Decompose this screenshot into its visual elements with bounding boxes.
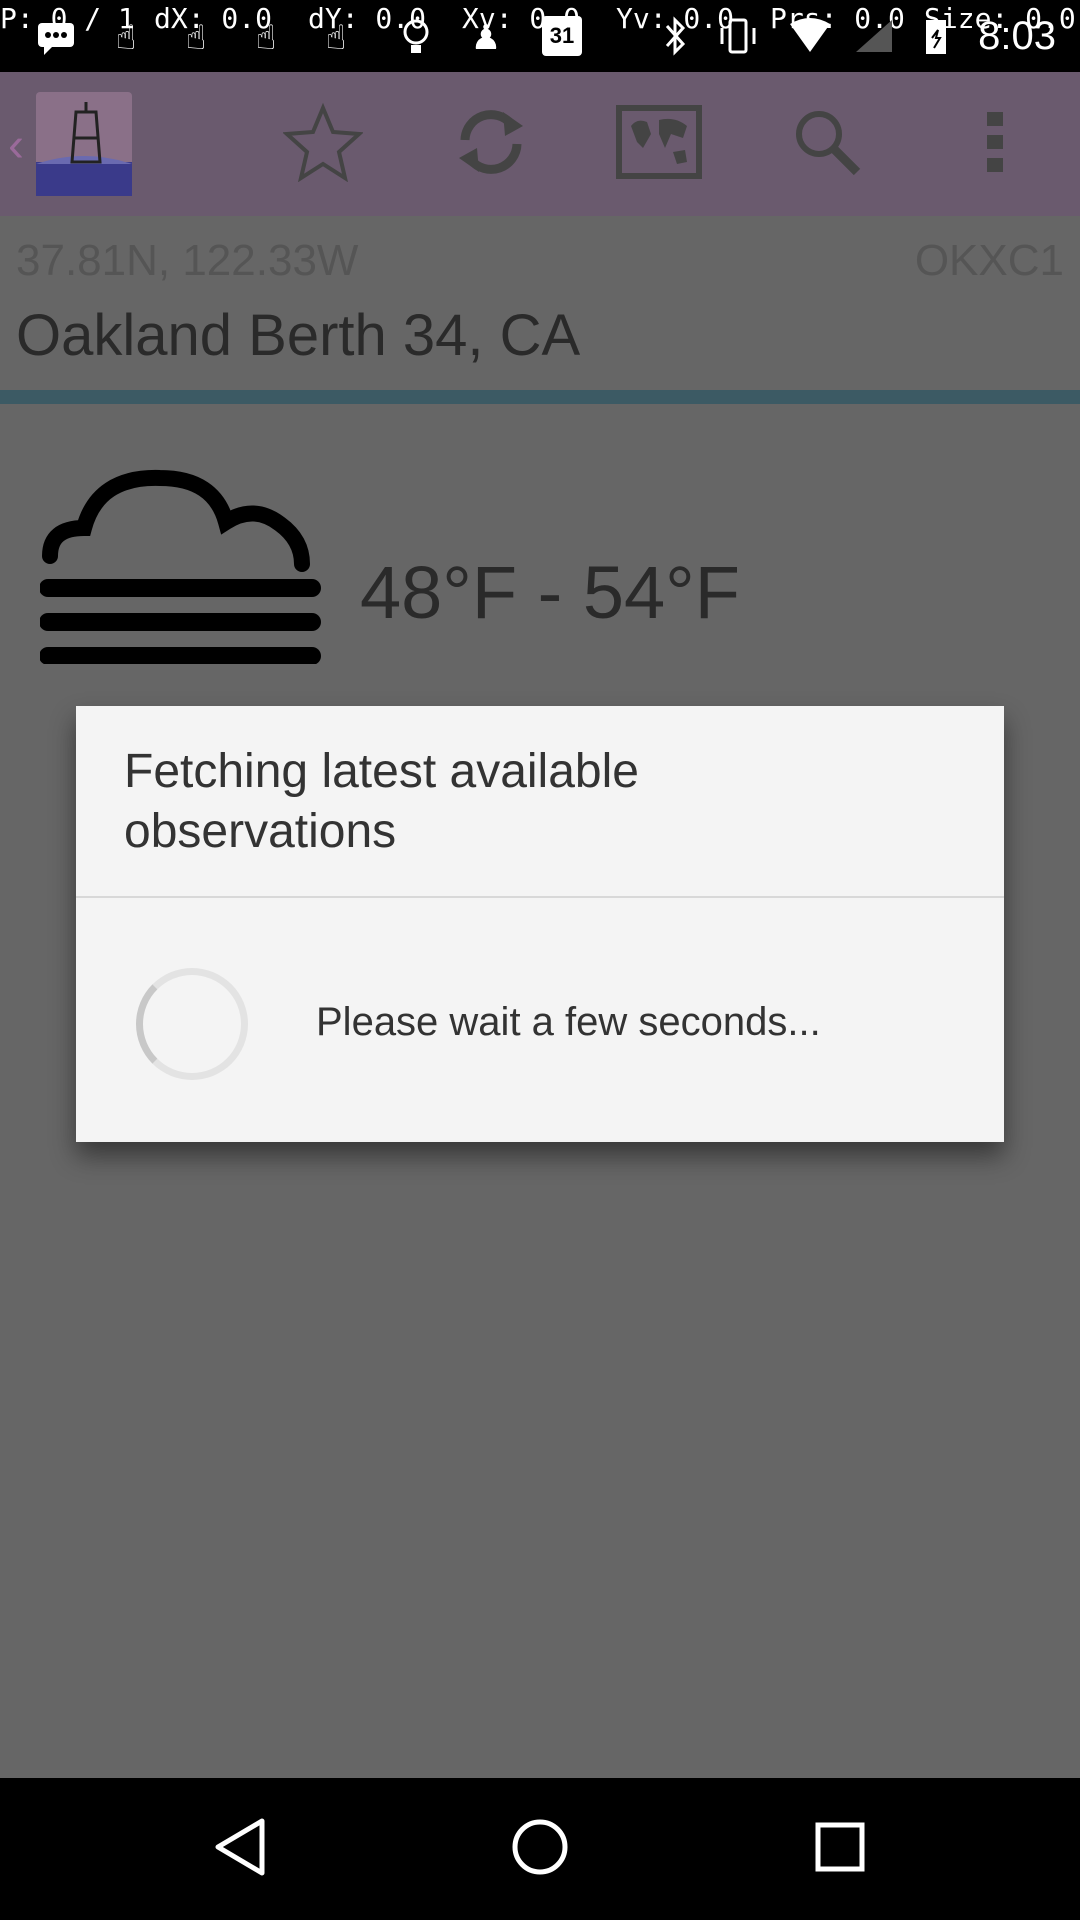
- map-button[interactable]: [576, 72, 742, 216]
- wifi-icon: [788, 14, 832, 58]
- app-logo[interactable]: [36, 92, 132, 196]
- navigation-bar: [0, 1778, 1080, 1920]
- status-bar: P: 0 / 1 dX: 0.0 dY: 0.0 Xv: 0.0 Yv: 0.0…: [0, 0, 1080, 72]
- search-icon: [791, 106, 863, 183]
- temperature-range: 48°F - 54°F: [360, 551, 740, 634]
- search-button[interactable]: [744, 72, 910, 216]
- touch-icon: ☝: [255, 19, 277, 57]
- back-nav-icon: [212, 1817, 268, 1882]
- header-divider: [0, 390, 1080, 404]
- home-nav-button[interactable]: [460, 1778, 620, 1920]
- loading-spinner: [136, 968, 248, 1080]
- back-icon[interactable]: ‹: [8, 118, 24, 173]
- station-header: 37.81N, 122.33W OKXC1 Oakland Berth 34, …: [0, 216, 1080, 390]
- more-vert-icon: [985, 110, 1005, 179]
- back-nav-button[interactable]: [160, 1778, 320, 1920]
- station-id: OKXC1: [914, 236, 1064, 285]
- battery-icon: [914, 14, 958, 58]
- dialog-message: Please wait a few seconds...: [316, 1000, 821, 1044]
- clock: 8:03: [978, 14, 1056, 58]
- signal-icon: [852, 14, 896, 58]
- progress-dialog: Fetching latest available observations P…: [76, 706, 1004, 1142]
- dialog-title: Fetching latest available observations: [124, 745, 639, 858]
- calendar-icon: 31: [542, 16, 582, 56]
- touch-icon: ☝: [115, 19, 137, 57]
- favorite-star-icon: [282, 102, 364, 187]
- dialog-divider: [76, 896, 1004, 898]
- refresh-icon: [453, 104, 529, 185]
- message-icon: [34, 16, 78, 60]
- recents-nav-button[interactable]: [760, 1778, 920, 1920]
- home-nav-icon: [510, 1817, 570, 1882]
- lightbulb-icon: [394, 16, 438, 60]
- recents-nav-icon: [814, 1821, 866, 1878]
- map-icon: [615, 104, 703, 185]
- chess-icon: ♟: [470, 19, 502, 57]
- coordinates: 37.81N, 122.33W: [16, 236, 359, 285]
- app-toolbar: ‹: [0, 72, 1080, 216]
- vibrate-icon: [716, 14, 760, 58]
- refresh-button[interactable]: [408, 72, 574, 216]
- fog-icon: [39, 464, 330, 665]
- overflow-menu-button[interactable]: [912, 72, 1078, 216]
- favorite-button[interactable]: [240, 72, 406, 216]
- location-title: Oakland Berth 34, CA: [16, 303, 581, 368]
- touch-icon: ☝: [325, 19, 347, 57]
- bluetooth-icon: [654, 14, 698, 58]
- touch-icon: ☝: [185, 19, 207, 57]
